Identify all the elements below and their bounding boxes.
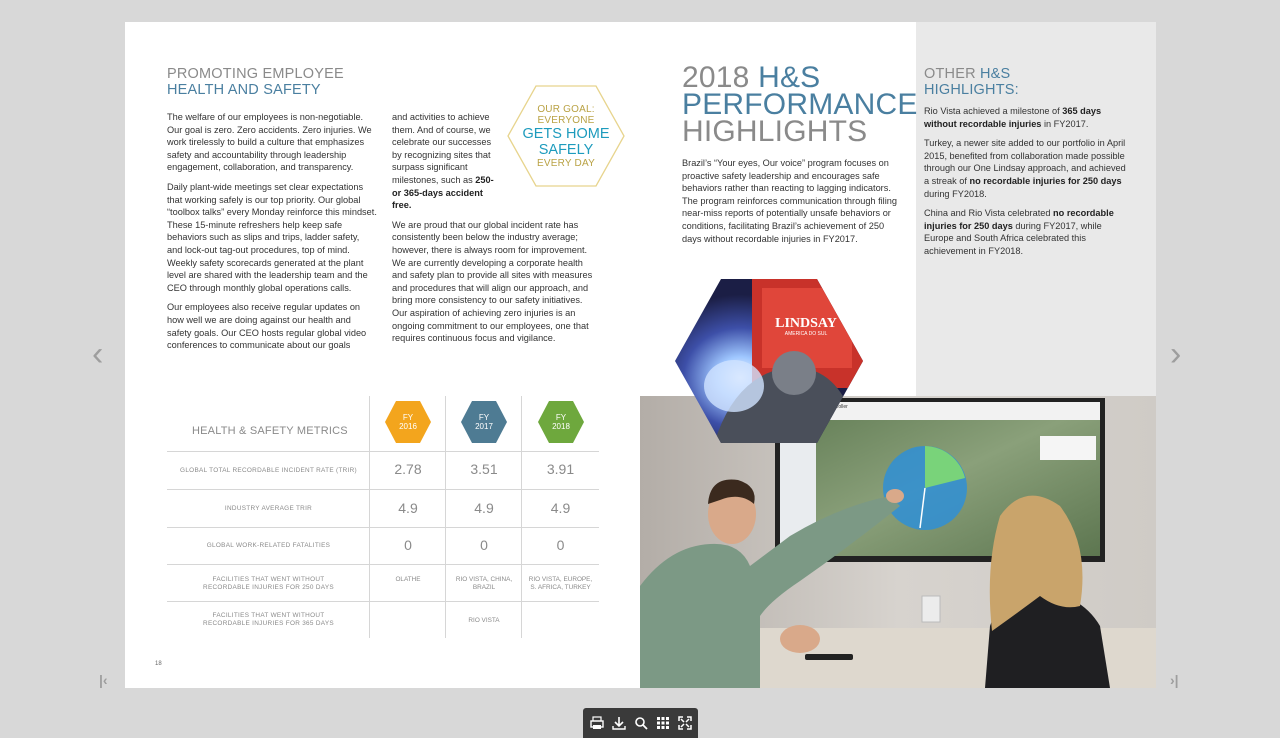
last-page-icon[interactable]: ›| bbox=[1170, 672, 1179, 688]
sidebar-title-line2: HIGHLIGHTS: bbox=[924, 82, 1019, 98]
left-column-1: The welfare of our employees is non-nego… bbox=[167, 111, 377, 359]
fy-prefix: FY bbox=[555, 413, 567, 422]
text: during FY2018. bbox=[924, 188, 987, 199]
fullscreen-icon[interactable] bbox=[676, 714, 694, 732]
table-row: FACILITIES THAT WENT WITHOUT RECORDABLE … bbox=[167, 601, 599, 638]
goal-text: OUR GOAL: EVERYONE GETS HOME SAFELY EVER… bbox=[506, 84, 626, 188]
text: Rio Vista achieved a milestone of bbox=[924, 106, 1063, 116]
viewer-toolbar bbox=[583, 708, 698, 738]
search-icon[interactable] bbox=[632, 714, 650, 732]
left-page: PROMOTING EMPLOYEE HEALTH AND SAFETY The… bbox=[125, 22, 641, 688]
goal-line: EVERY DAY bbox=[537, 157, 595, 169]
paragraph: Turkey, a newer site added to our portfo… bbox=[924, 137, 1129, 200]
title-line: 2018 H&S bbox=[682, 63, 918, 93]
text: China and Rio Vista celebrated bbox=[924, 208, 1054, 219]
sidebar-title-gray: OTHER bbox=[924, 66, 980, 82]
section-title-line1: PROMOTING EMPLOYEE bbox=[167, 66, 344, 82]
download-icon[interactable] bbox=[610, 714, 628, 732]
fy-badge: FY 2017 bbox=[460, 400, 508, 444]
fy-year: 2018 bbox=[552, 422, 570, 431]
table-row: GLOBAL TOTAL RECORDABLE INCIDENT RATE (T… bbox=[167, 451, 599, 489]
metric-value: 3.51 bbox=[470, 461, 498, 477]
fy-label: FY 2016 bbox=[384, 400, 432, 444]
welding-hexagon-photo: LINDSAY AMERICA DO SUL bbox=[674, 278, 864, 444]
goal-line: SAFELY bbox=[538, 141, 594, 158]
next-page-arrow-icon[interactable]: › bbox=[1170, 337, 1181, 371]
bold-text: no recordable injuries for 250 days bbox=[969, 175, 1122, 186]
metrics-title: HEALTH & SAFETY METRICS bbox=[192, 425, 348, 437]
sign-name: LINDSAY bbox=[775, 316, 837, 331]
sign-subtitle: AMERICA DO SUL bbox=[784, 331, 828, 337]
first-page-icon[interactable]: |‹ bbox=[99, 672, 108, 688]
right-page: OTHER H&S HIGHLIGHTS: Rio Vista achieved… bbox=[640, 22, 1156, 688]
facility-list: RIO VISTA bbox=[468, 617, 500, 624]
paragraph: China and Rio Vista celebrated no record… bbox=[924, 207, 1129, 257]
metric-value: 0 bbox=[480, 537, 488, 553]
metric-label: FACILITIES THAT WENT WITHOUT RECORDABLE … bbox=[203, 576, 334, 591]
table-row: INDUSTRY AVERAGE TRIR 4.9 4.9 4.9 bbox=[167, 489, 599, 527]
facility-list: RIO VISTA, CHINA, BRAZIL bbox=[455, 576, 513, 591]
sidebar-body: Rio Vista achieved a milestone of 365 da… bbox=[924, 105, 1129, 265]
fy-year: 2017 bbox=[475, 422, 493, 431]
facility-list: OLATHE bbox=[395, 576, 421, 583]
metric-label: GLOBAL TOTAL RECORDABLE INCIDENT RATE (T… bbox=[180, 467, 357, 474]
paragraph: We are proud that our global incident ra… bbox=[392, 219, 593, 344]
metric-value: 3.91 bbox=[546, 461, 575, 477]
sidebar-title-blue: H&S bbox=[979, 66, 1011, 82]
performance-highlights-title: 2018 H&S PERFORMANCE HIGHLIGHTS bbox=[682, 63, 918, 148]
page-number: 18 bbox=[155, 661, 162, 667]
goal-label: OUR GOAL: bbox=[537, 103, 595, 115]
fy-year: 2016 bbox=[399, 422, 417, 431]
facility-list: RIO VISTA, EUROPE, S. AFRICA, TURKEY bbox=[528, 576, 593, 591]
metric-value: 4.9 bbox=[474, 500, 494, 516]
goal-line: EVERYONE bbox=[537, 114, 595, 126]
text: in FY2017. bbox=[1041, 118, 1089, 129]
paragraph: and activities to achieve them. And of c… bbox=[392, 111, 500, 212]
table-row: GLOBAL WORK-RELATED FATALITIES 0 0 0 bbox=[167, 527, 599, 564]
highlights-sidebar: OTHER H&S HIGHLIGHTS: Rio Vista achieved… bbox=[916, 22, 1156, 396]
paragraph: Daily plant-wide meetings set clear expe… bbox=[167, 181, 377, 293]
fy-prefix: FY bbox=[478, 413, 490, 422]
fy-badge: FY 2016 bbox=[384, 400, 432, 444]
metric-label: FACILITIES THAT WENT WITHOUT RECORDABLE … bbox=[203, 612, 334, 627]
metric-value: 0 bbox=[404, 537, 412, 553]
goal-hexagon: OUR GOAL: EVERYONE GETS HOME SAFELY EVER… bbox=[506, 84, 626, 188]
fy-label: FY 2018 bbox=[537, 400, 585, 444]
sidebar-title: OTHER H&S HIGHLIGHTS: bbox=[924, 66, 1019, 98]
metric-label: INDUSTRY AVERAGE TRIR bbox=[224, 505, 313, 512]
welding-illustration bbox=[675, 279, 863, 443]
metric-label: GLOBAL WORK-RELATED FATALITIES bbox=[206, 542, 331, 549]
metric-value: 4.9 bbox=[398, 500, 418, 516]
table-row: FACILITIES THAT WENT WITHOUT RECORDABLE … bbox=[167, 564, 599, 601]
fy-badge: FY 2018 bbox=[537, 400, 585, 444]
title-line: PERFORMANCE bbox=[682, 88, 918, 121]
goal-line: GETS HOME bbox=[522, 125, 610, 142]
lindsay-sign: LINDSAY AMERICA DO SUL bbox=[766, 316, 846, 337]
brazil-program-text: Brazil’s “Your eyes, Our voice” program … bbox=[682, 158, 897, 244]
print-icon[interactable] bbox=[588, 714, 606, 732]
title-line: HIGHLIGHTS bbox=[682, 115, 868, 148]
paragraph: The welfare of our employees is non-nego… bbox=[167, 112, 372, 173]
metric-value: 4.9 bbox=[550, 500, 571, 516]
previous-page-arrow-icon[interactable]: ‹ bbox=[92, 337, 103, 371]
fy-prefix: FY bbox=[402, 413, 414, 422]
metric-value: 2.78 bbox=[394, 461, 422, 477]
metric-value: 0 bbox=[556, 537, 565, 553]
paragraph: Our employees also receive regular updat… bbox=[167, 302, 367, 351]
section-title-line2: HEALTH AND SAFETY bbox=[167, 82, 321, 98]
grid-icon[interactable] bbox=[654, 714, 672, 732]
paragraph: Rio Vista achieved a milestone of 365 da… bbox=[924, 105, 1129, 130]
fy-label: FY 2017 bbox=[460, 400, 508, 444]
